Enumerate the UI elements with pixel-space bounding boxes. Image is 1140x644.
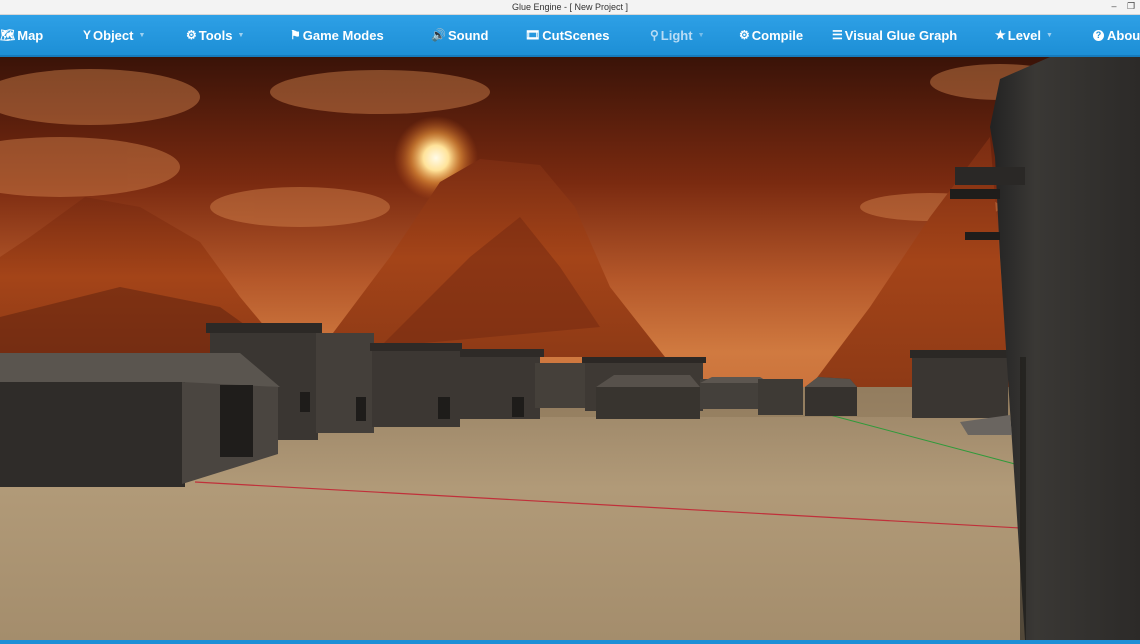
menu-about[interactable]: ? About bbox=[1093, 15, 1140, 55]
menu-object[interactable]: Y Object ▼ bbox=[83, 15, 145, 55]
funnel-icon: Y bbox=[83, 28, 92, 42]
flag-icon: ⚑ bbox=[290, 28, 301, 42]
menu-compile-label: Compile bbox=[751, 27, 804, 43]
menu-object-label: Object bbox=[93, 27, 134, 43]
chevron-down-icon: ▼ bbox=[697, 31, 705, 39]
window-title-bar: Glue Engine - [ New Project ] – ❐ bbox=[0, 0, 1140, 15]
minimize-button[interactable]: – bbox=[1107, 0, 1121, 14]
menu-level-label: Level bbox=[1007, 27, 1042, 43]
menu-tools-label: Tools bbox=[198, 27, 233, 43]
status-bar bbox=[0, 640, 1140, 644]
chevron-down-icon: ▼ bbox=[1046, 31, 1053, 39]
menu-tools[interactable]: ⚙ Tools ▼ bbox=[186, 15, 244, 55]
map-icon: 🗺 bbox=[0, 28, 16, 42]
menu-level[interactable]: ★ Level ▼ bbox=[995, 15, 1053, 55]
menu-cutscenes-label: CutScenes bbox=[542, 27, 610, 43]
list-icon: ☰ bbox=[832, 28, 843, 42]
map-marker-icon: ⚲ bbox=[650, 28, 659, 42]
menu-sound-label: Sound bbox=[447, 27, 489, 43]
question-circle-icon: ? bbox=[1093, 29, 1104, 41]
film-icon: 🎞 bbox=[525, 28, 541, 42]
chevron-down-icon: ▼ bbox=[138, 31, 146, 39]
menu-game-modes[interactable]: ⚑ Game Modes bbox=[290, 15, 384, 55]
gear-icon: ⚙ bbox=[739, 28, 750, 42]
chevron-down-icon: ▼ bbox=[237, 31, 245, 39]
maximize-button[interactable]: ❐ bbox=[1124, 0, 1138, 14]
menu-game-modes-label: Game Modes bbox=[302, 27, 384, 43]
scene-viewport[interactable] bbox=[0, 57, 1140, 640]
menu-about-label: About bbox=[1107, 27, 1140, 43]
star-icon: ★ bbox=[995, 28, 1006, 42]
gears-icon: ⚙ bbox=[186, 28, 197, 42]
menu-compile[interactable]: ⚙ Compile bbox=[739, 15, 803, 55]
menu-light-label: Light bbox=[660, 27, 693, 43]
menu-visual-glue-graph-label: Visual Glue Graph bbox=[844, 27, 958, 43]
window-title: Glue Engine - [ New Project ] bbox=[511, 2, 629, 12]
menu-map-label: Map bbox=[17, 27, 44, 43]
menu-cutscenes[interactable]: 🎞 CutScenes bbox=[525, 15, 609, 55]
menu-sound[interactable]: 🔊 Sound bbox=[431, 15, 488, 55]
speaker-icon: 🔊 bbox=[431, 28, 446, 42]
menu-visual-glue-graph[interactable]: ☰ Visual Glue Graph bbox=[832, 15, 957, 55]
main-menu-bar: 🗺 Map Y Object ▼ ⚙ Tools ▼ ⚑ Game Modes … bbox=[0, 15, 1140, 57]
menu-light[interactable]: ⚲ Light ▼ bbox=[650, 15, 705, 55]
menu-map[interactable]: 🗺 Map bbox=[0, 15, 43, 55]
scene-render bbox=[0, 57, 1140, 640]
